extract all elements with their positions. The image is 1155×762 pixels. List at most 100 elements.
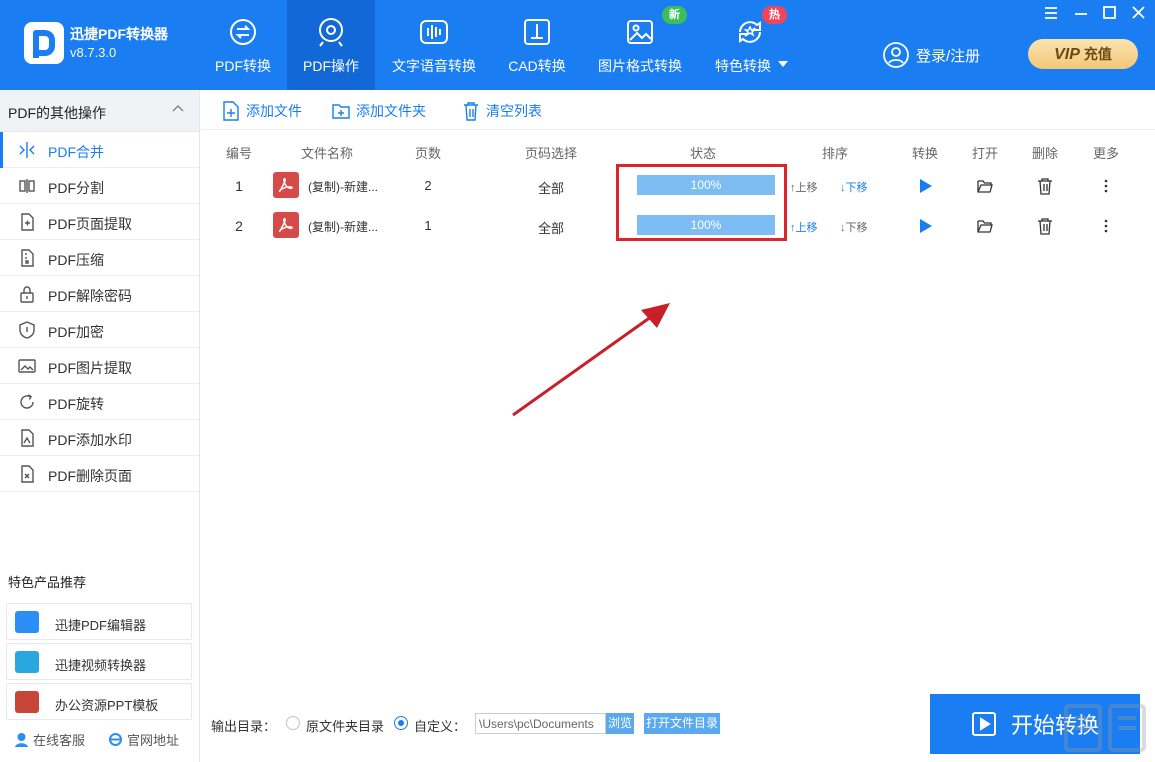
minimize-button[interactable]: [1070, 4, 1092, 22]
tab-text-speech[interactable]: 文字语音转换: [383, 0, 485, 90]
status-highlight-box: [616, 164, 787, 241]
sidebar-item-add-watermark[interactable]: PDF添加水印: [0, 420, 199, 456]
recommend-video-converter[interactable]: 迅捷视频转换器: [6, 643, 192, 680]
clear-list-button[interactable]: 清空列表: [462, 100, 542, 122]
header-status: 状态: [689, 146, 717, 161]
sidebar-item-pdf-split[interactable]: PDF分割: [0, 168, 199, 204]
more-button[interactable]: [1097, 217, 1115, 235]
open-folder-button[interactable]: [976, 217, 994, 235]
open-folder-button[interactable]: [976, 177, 994, 195]
official-website-link[interactable]: 官网地址: [108, 730, 179, 749]
delete-row-button[interactable]: [1036, 177, 1054, 195]
output-path-input[interactable]: [475, 713, 606, 734]
clear-list-label: 清空列表: [486, 103, 542, 119]
pdf-file-icon: [273, 172, 299, 198]
sidebar-item-image-extract[interactable]: PDF图片提取: [0, 348, 199, 384]
browser-icon: [109, 733, 122, 746]
sidebar-item-delete-pages[interactable]: PDF删除页面: [0, 456, 199, 492]
convert-play-button[interactable]: [916, 177, 934, 195]
play-icon: [920, 179, 932, 193]
close-button[interactable]: [1128, 4, 1150, 22]
tab-special-convert[interactable]: 特色转换 热: [702, 0, 798, 90]
vip-text: VIP: [1054, 46, 1080, 63]
sidebar-item-pdf-rotate[interactable]: PDF旋转: [0, 384, 199, 420]
app-version: v8.7.3.0: [70, 45, 117, 60]
trash-icon: [1038, 218, 1052, 235]
watermark-icon: [21, 429, 34, 447]
chevron-up-icon: [172, 104, 184, 112]
add-file-button[interactable]: 添加文件: [222, 100, 302, 122]
recommend-title: 特色产品推荐: [8, 575, 87, 590]
maximize-button[interactable]: [1098, 4, 1120, 22]
more-vertical-icon: [1104, 179, 1108, 193]
row-range-select[interactable]: 全部: [538, 178, 564, 197]
delete-row-button[interactable]: [1036, 217, 1054, 235]
sidebar-item-label: PDF解除密码: [48, 288, 132, 304]
tab-label: PDF操作: [303, 58, 359, 74]
add-file-label: 添加文件: [246, 103, 302, 119]
tab-image-convert[interactable]: 图片格式转换 新: [592, 0, 688, 90]
pdf-file-icon: [273, 212, 299, 238]
watermark-logo-icon: [1064, 704, 1146, 752]
vip-recharge-button[interactable]: VIP 充值: [1028, 39, 1138, 69]
menu-button[interactable]: [1040, 4, 1062, 22]
official-website-label: 官网地址: [127, 733, 180, 748]
sidebar-title: PDF的其他操作: [8, 105, 106, 121]
sidebar-item-label: PDF加密: [48, 324, 104, 340]
header-delete: 删除: [1031, 146, 1059, 161]
tab-pdf-operation[interactable]: PDF操作: [287, 0, 375, 90]
sidebar-item-page-extract[interactable]: PDF页面提取: [0, 204, 199, 240]
more-vertical-icon: [1104, 219, 1108, 233]
sidebar-item-label: PDF添加水印: [48, 432, 132, 448]
close-icon: [1132, 6, 1145, 19]
sidebar-item-remove-password[interactable]: PDF解除密码: [0, 276, 199, 312]
sidebar-item-pdf-merge[interactable]: PDF合并: [0, 132, 199, 168]
more-button[interactable]: [1097, 177, 1115, 195]
recommend-label: 办公资源PPT模板: [55, 698, 159, 713]
video-converter-icon: [15, 651, 39, 673]
app-name: 迅捷PDF转换器: [70, 26, 168, 42]
original-folder-radio[interactable]: [286, 716, 300, 730]
tab-label: 文字语音转换: [392, 58, 476, 74]
browse-button[interactable]: 浏览: [606, 713, 634, 734]
sidebar-item-pdf-encrypt[interactable]: PDF加密: [0, 312, 199, 348]
image-extract-icon: [18, 359, 36, 373]
login-register-button[interactable]: 登录/注册: [882, 40, 980, 70]
sidebar-header[interactable]: PDF的其他操作: [0, 90, 199, 132]
user-icon: [883, 42, 909, 68]
recommend-pdf-editor[interactable]: 迅捷PDF编辑器: [6, 603, 192, 640]
header-more: 更多: [1092, 146, 1120, 161]
sidebar-item-pdf-compress[interactable]: PDF压缩: [0, 240, 199, 276]
move-up-button[interactable]: ↑上移: [790, 219, 818, 235]
online-service-link[interactable]: 在线客服: [14, 730, 85, 749]
sound-wave-icon: [420, 20, 448, 44]
custom-folder-radio[interactable]: [394, 716, 408, 730]
shield-icon: [19, 321, 35, 339]
move-up-button[interactable]: ↑上移: [790, 179, 818, 195]
hot-badge: 热: [762, 6, 787, 24]
move-down-button[interactable]: ↓下移: [840, 219, 868, 235]
row-num: 2: [235, 218, 243, 234]
sidebar-item-label: PDF合并: [48, 144, 104, 160]
tab-label: PDF转换: [215, 58, 271, 74]
row-pages: 1: [424, 218, 432, 233]
tab-cad-convert[interactable]: CAD转换: [495, 0, 579, 90]
recommend-ppt-template[interactable]: 办公资源PPT模板: [6, 683, 192, 720]
custom-folder-label: 自定义：: [414, 719, 467, 734]
page-extract-icon: [21, 213, 34, 231]
minimize-icon: [1075, 13, 1087, 15]
delete-page-icon: [21, 465, 34, 483]
convert-icon: [230, 19, 256, 45]
convert-play-button[interactable]: [916, 217, 934, 235]
header-name: 文件名称: [300, 146, 354, 161]
open-output-folder-button[interactable]: 打开文件目录: [644, 713, 720, 734]
header-range: 页码选择: [524, 146, 578, 161]
sidebar-item-label: PDF删除页面: [48, 468, 132, 484]
tab-label: CAD转换: [508, 58, 566, 74]
add-folder-button[interactable]: 添加文件夹: [332, 100, 426, 122]
tab-pdf-convert[interactable]: PDF转换: [200, 0, 286, 90]
output-dir-label: 输出目录：: [211, 719, 277, 734]
row-range-select[interactable]: 全部: [538, 218, 564, 237]
chevron-down-icon: [778, 61, 788, 67]
move-down-button[interactable]: ↓下移: [840, 179, 868, 195]
